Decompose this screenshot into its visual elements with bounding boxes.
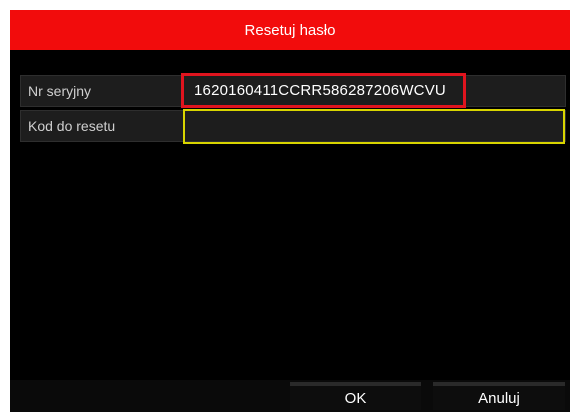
serial-number-label: Nr seryjny: [28, 83, 92, 99]
cancel-button[interactable]: Anuluj: [433, 382, 565, 410]
reset-code-input[interactable]: [183, 109, 565, 144]
reset-code-label: Kod do resetu: [28, 118, 116, 134]
reset-password-dialog: Resetuj hasło Nr seryjny 1620160411CCRR5…: [10, 10, 570, 412]
dialog-content: Nr seryjny 1620160411CCRR586287206WCVU K…: [10, 50, 570, 390]
ok-button[interactable]: OK: [290, 382, 421, 410]
dialog-title-bar: Resetuj hasło: [10, 10, 570, 50]
dialog-title: Resetuj hasło: [244, 21, 336, 39]
dialog-footer: OK Anuluj: [10, 380, 570, 412]
serial-number-highlight-box: [181, 73, 466, 108]
